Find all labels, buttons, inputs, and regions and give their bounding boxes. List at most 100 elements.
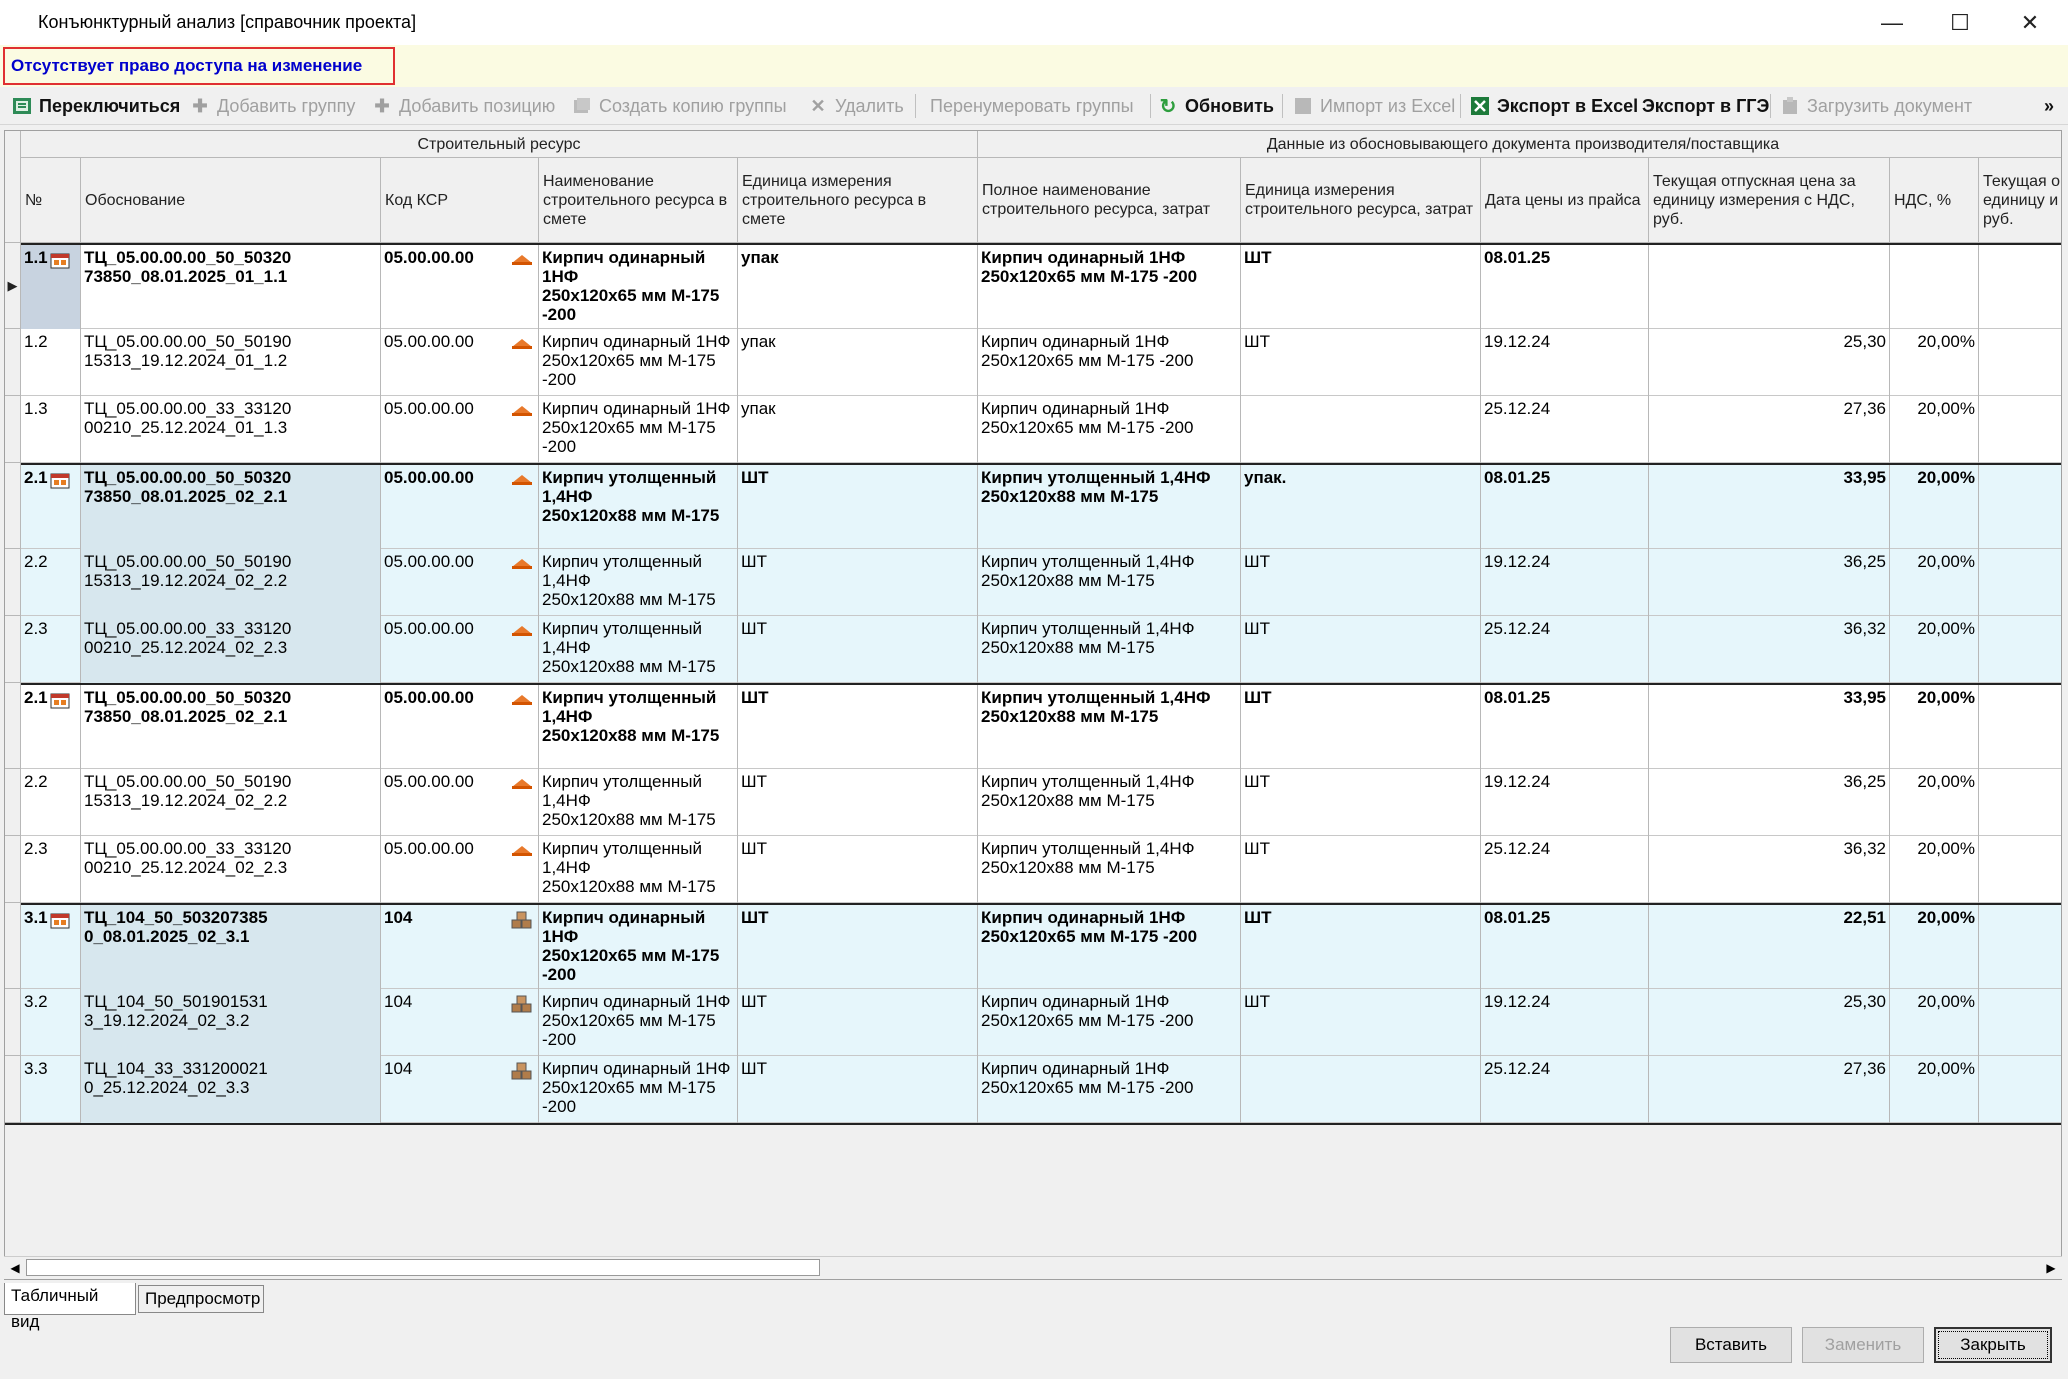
table-cell-basis[interactable]: ТЦ_05.00.00.00_50_50320 73850_08.01.2025… xyxy=(81,685,381,771)
table-row[interactable]: 2.1 ТЦ_05.00.00.00_50_50320 73850_08.01.2… xyxy=(21,683,2061,771)
table-cell-basis[interactable]: ТЦ_05.00.00.00_50_50320 73850_08.01.2025… xyxy=(81,465,381,551)
table-cell-date[interactable]: 08.01.25 xyxy=(1481,465,1649,551)
table-cell-unit2[interactable] xyxy=(1241,1056,1481,1123)
column-header-full_name[interactable]: Полное наименование строительного ресурс… xyxy=(978,158,1241,243)
table-cell-vat[interactable]: 20,00% xyxy=(1890,549,1979,616)
table-cell-price[interactable]: 27,36 xyxy=(1649,1056,1890,1123)
table-cell-price[interactable]: 25,30 xyxy=(1649,329,1890,396)
switch-button[interactable]: Переключиться xyxy=(12,88,180,124)
table-cell-price2[interactable] xyxy=(1979,836,2061,903)
column-header-date[interactable]: Дата цены из прайса xyxy=(1481,158,1649,243)
table-cell-price2[interactable] xyxy=(1979,769,2061,836)
row-header[interactable] xyxy=(5,616,21,683)
table-cell-price2[interactable] xyxy=(1979,396,2061,463)
table-cell-unit2[interactable]: ШТ xyxy=(1241,685,1481,771)
scroll-left-arrow[interactable]: ◀ xyxy=(4,1257,26,1279)
table-row[interactable]: 3.1 ТЦ_104_50_503207385 0_08.01.2025_02_3… xyxy=(21,903,2061,991)
row-header[interactable] xyxy=(5,836,21,903)
row-header[interactable] xyxy=(5,329,21,396)
table-cell-price[interactable]: 36,32 xyxy=(1649,616,1890,683)
add-group-button[interactable]: ✚ Добавить группу xyxy=(190,88,355,124)
table-cell-date[interactable]: 19.12.24 xyxy=(1481,989,1649,1056)
table-cell-basis[interactable]: ТЦ_05.00.00.00_50_50190 15313_19.12.2024… xyxy=(81,329,381,396)
table-cell-unit2[interactable]: ШТ xyxy=(1241,769,1481,836)
table-cell-price[interactable]: 25,30 xyxy=(1649,989,1890,1056)
import-excel-button[interactable]: Импорт из Excel xyxy=(1293,88,1455,124)
table-cell-unit[interactable]: ШТ xyxy=(738,616,978,683)
table-cell-unit[interactable]: упак xyxy=(738,396,978,463)
table-cell-ksr[interactable]: 05.00.00.00 xyxy=(381,396,539,463)
table-cell-ksr[interactable]: 05.00.00.00 xyxy=(381,549,539,616)
table-cell-unit[interactable]: ШТ xyxy=(738,685,978,771)
column-header-name[interactable]: Наименование строительного ресурса в сме… xyxy=(539,158,738,243)
table-cell-vat[interactable]: 20,00% xyxy=(1890,905,1979,991)
close-window-button[interactable]: ✕ xyxy=(1996,0,2064,45)
table-cell-num[interactable]: 3.2 xyxy=(21,989,81,1056)
column-header-unit[interactable]: Единица измерения строительного ресурса … xyxy=(738,158,978,243)
table-row[interactable]: 2.2 ТЦ_05.00.00.00_50_50190 15313_19.12.2… xyxy=(21,549,2061,616)
table-cell-name[interactable]: Кирпич утолщенный 1,4НФ 250х120х88 мм М-… xyxy=(539,616,738,683)
row-header[interactable]: ▶ xyxy=(5,243,21,329)
table-cell-basis[interactable]: ТЦ_05.00.00.00_33_33120 00210_25.12.2024… xyxy=(81,396,381,463)
table-cell-vat[interactable]: 20,00% xyxy=(1890,1056,1979,1123)
table-cell-vat[interactable]: 20,00% xyxy=(1890,769,1979,836)
row-header[interactable] xyxy=(5,549,21,616)
table-cell-vat[interactable] xyxy=(1890,245,1979,331)
row-header[interactable] xyxy=(5,396,21,463)
table-row[interactable]: 1.3 ТЦ_05.00.00.00_33_33120 00210_25.12.2… xyxy=(21,396,2061,463)
table-cell-name[interactable]: Кирпич утолщенный 1,4НФ 250х120х88 мм М-… xyxy=(539,685,738,771)
column-header-price2[interactable]: Текущая о единицу и руб. xyxy=(1979,158,2061,243)
table-cell-unit2[interactable]: ШТ xyxy=(1241,616,1481,683)
table-cell-price2[interactable] xyxy=(1979,616,2061,683)
table-cell-vat[interactable]: 20,00% xyxy=(1890,836,1979,903)
copy-group-button[interactable]: Создать копию группы xyxy=(572,88,787,124)
table-cell-price2[interactable] xyxy=(1979,1056,2061,1123)
table-cell-num[interactable]: 3.1 xyxy=(21,905,81,991)
table-cell-ksr[interactable]: 05.00.00.00 xyxy=(381,616,539,683)
table-cell-full_name[interactable]: Кирпич одинарный 1НФ 250х120х65 мм М-175… xyxy=(978,396,1241,463)
table-cell-unit[interactable]: ШТ xyxy=(738,1056,978,1123)
table-cell-full_name[interactable]: Кирпич утолщенный 1,4НФ 250х120х88 мм М-… xyxy=(978,685,1241,771)
table-cell-date[interactable]: 19.12.24 xyxy=(1481,329,1649,396)
table-cell-price[interactable]: 36,32 xyxy=(1649,836,1890,903)
column-header-vat[interactable]: НДС, % xyxy=(1890,158,1979,243)
load-document-button[interactable]: Загрузить документ xyxy=(1780,88,1972,124)
table-cell-vat[interactable]: 20,00% xyxy=(1890,329,1979,396)
table-cell-num[interactable]: 2.3 xyxy=(21,836,81,903)
table-cell-date[interactable]: 19.12.24 xyxy=(1481,549,1649,616)
table-cell-ksr[interactable]: 104 xyxy=(381,989,539,1056)
table-row[interactable]: 2.3 ТЦ_05.00.00.00_33_33120 00210_25.12.2… xyxy=(21,616,2061,683)
renumber-groups-button[interactable]: Перенумеровать группы xyxy=(930,88,1134,124)
table-cell-ksr[interactable]: 05.00.00.00 xyxy=(381,685,539,771)
toolbar-overflow-button[interactable]: » xyxy=(2044,88,2054,124)
table-cell-unit2[interactable] xyxy=(1241,396,1481,463)
delete-button[interactable]: ✕ Удалить xyxy=(808,88,903,124)
table-cell-num[interactable]: 3.3 xyxy=(21,1056,81,1123)
table-cell-ksr[interactable]: 104 xyxy=(381,905,539,991)
table-cell-vat[interactable]: 20,00% xyxy=(1890,685,1979,771)
horizontal-scrollbar[interactable]: ◀ ▶ xyxy=(4,1256,2062,1279)
table-cell-ksr[interactable]: 104 xyxy=(381,1056,539,1123)
table-cell-price[interactable]: 22,51 xyxy=(1649,905,1890,991)
table-cell-price[interactable]: 36,25 xyxy=(1649,549,1890,616)
table-row[interactable]: 1.1 ТЦ_05.00.00.00_50_50320 73850_08.01.2… xyxy=(21,243,2061,331)
table-row[interactable]: 3.2 ТЦ_104_50_501901531 3_19.12.2024_02_3… xyxy=(21,989,2061,1056)
table-cell-ksr[interactable]: 05.00.00.00 xyxy=(381,769,539,836)
table-cell-full_name[interactable]: Кирпич утолщенный 1,4НФ 250х120х88 мм М-… xyxy=(978,465,1241,551)
table-cell-vat[interactable]: 20,00% xyxy=(1890,465,1979,551)
table-cell-ksr[interactable]: 05.00.00.00 xyxy=(381,329,539,396)
table-cell-name[interactable]: Кирпич одинарный 1НФ 250х120х65 мм М-175… xyxy=(539,245,738,331)
table-cell-unit[interactable]: упак xyxy=(738,245,978,331)
table-cell-unit2[interactable]: упак. xyxy=(1241,465,1481,551)
replace-button[interactable]: Заменить xyxy=(1802,1327,1924,1363)
scroll-right-arrow[interactable]: ▶ xyxy=(2040,1257,2062,1279)
table-cell-date[interactable]: 25.12.24 xyxy=(1481,616,1649,683)
table-cell-unit[interactable]: ШТ xyxy=(738,989,978,1056)
row-header[interactable] xyxy=(5,1056,21,1123)
table-cell-unit[interactable]: ШТ xyxy=(738,836,978,903)
data-grid[interactable]: Строительный ресурс Данные из обосновываю… xyxy=(4,130,2062,1280)
table-cell-basis[interactable]: ТЦ_05.00.00.00_50_50190 15313_19.12.2024… xyxy=(81,549,381,616)
table-cell-date[interactable]: 25.12.24 xyxy=(1481,1056,1649,1123)
table-cell-vat[interactable]: 20,00% xyxy=(1890,989,1979,1056)
table-row[interactable]: 2.1 ТЦ_05.00.00.00_50_50320 73850_08.01.2… xyxy=(21,463,2061,551)
